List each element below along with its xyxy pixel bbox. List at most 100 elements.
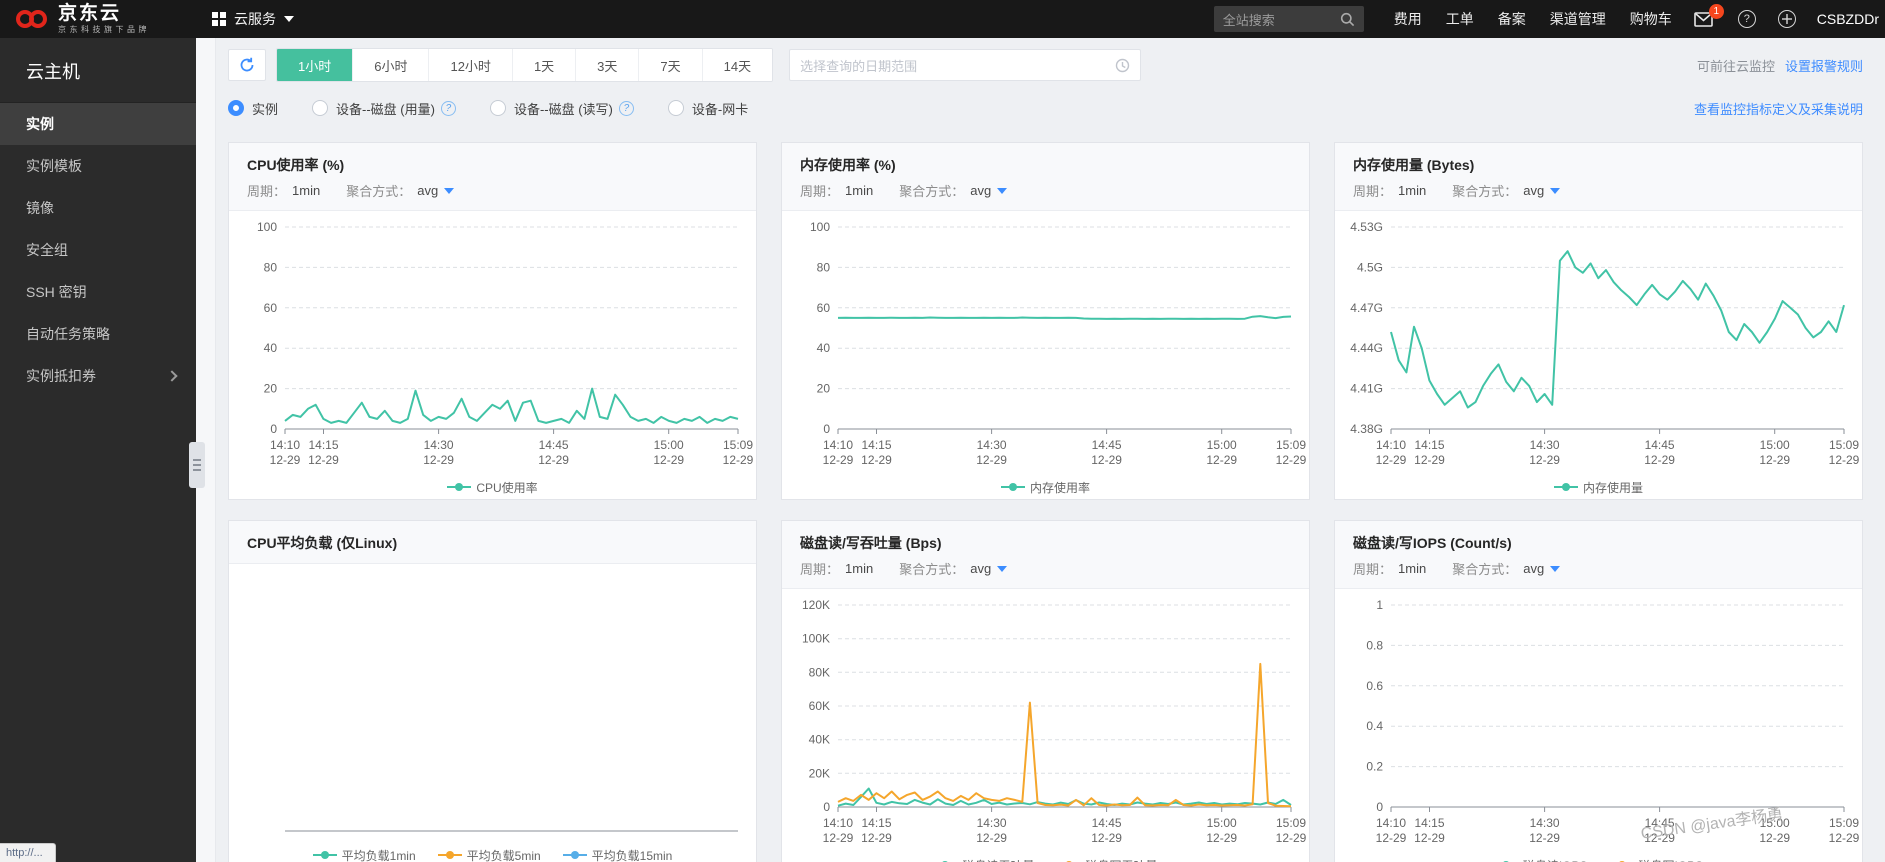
nav-ticket[interactable]: 工单 [1446, 9, 1474, 29]
svg-text:14:45: 14:45 [1645, 438, 1675, 452]
globe-icon [1781, 13, 1793, 25]
svg-text:100: 100 [257, 220, 277, 234]
sidebar-item-instance-templates[interactable]: 实例模板 [0, 145, 196, 187]
agg-dropdown[interactable]: avg [411, 183, 454, 198]
time-button-3d[interactable]: 3天 [575, 49, 638, 81]
sidebar-item-ssh-keys[interactable]: SSH 密钥 [0, 271, 196, 313]
help-button[interactable]: ? [1738, 10, 1756, 28]
svg-text:14:45: 14:45 [539, 438, 569, 452]
chart-canvas: 4.53G4.5G4.47G4.44G4.41G4.38G14:1012-291… [1335, 213, 1862, 475]
sidebar-item-auto-task-policy[interactable]: 自动任务策略 [0, 313, 196, 355]
chart-canvas: 10080604020014:1012-2914:1512-2914:3012-… [229, 213, 756, 475]
chart-header: CPU使用率 (%) 周期： 1min 聚合方式： avg [229, 143, 756, 211]
period-value: 1min [845, 561, 873, 576]
sidebar-item-instance-voucher[interactable]: 实例抵扣券 [0, 355, 196, 397]
legend-item[interactable]: 磁盘读吞吐量 [933, 857, 1034, 862]
agg-dropdown[interactable]: avg [1517, 561, 1560, 576]
chart-canvas: 120K100K80K60K40K20K014:1012-2914:1512-2… [782, 591, 1309, 853]
legend-item[interactable]: 磁盘写吞吐量 [1057, 857, 1158, 862]
legend-item[interactable]: 磁盘读IOPS [1494, 857, 1588, 862]
time-button-7d[interactable]: 7天 [638, 49, 701, 81]
svg-text:14:10: 14:10 [270, 438, 300, 452]
svg-text:15:09: 15:09 [1829, 438, 1859, 452]
toolbar-right-links: 可前往云监控 设置报警规则 [1697, 56, 1863, 75]
region-button[interactable] [1778, 10, 1796, 28]
period-value: 1min [1398, 183, 1426, 198]
filter-instance[interactable]: 实例 [228, 99, 278, 118]
global-search-input[interactable]: 全站搜索 [1214, 6, 1364, 32]
svg-text:40: 40 [264, 341, 278, 355]
metric-definition-link[interactable]: 查看监控指标定义及采集说明 [1694, 99, 1863, 118]
chart-title: 内存使用量 (Bytes) [1353, 155, 1844, 175]
agg-dropdown[interactable]: avg [1517, 183, 1560, 198]
agg-value: avg [970, 183, 991, 198]
filter-label: 实例 [252, 99, 278, 118]
set-alarm-rules-link[interactable]: 设置报警规则 [1785, 56, 1863, 75]
filter-device-disk-usage[interactable]: 设备--磁盘 (用量) ? [312, 99, 456, 118]
time-button-6h[interactable]: 6小时 [352, 49, 428, 81]
help-icon: ? [1744, 13, 1750, 25]
chart-title: CPU平均负载 (仅Linux) [247, 533, 738, 553]
filter-device-disk-rw[interactable]: 设备--磁盘 (读写) ? [490, 99, 634, 118]
filter-label: 设备-网卡 [692, 99, 748, 118]
svg-text:0: 0 [823, 800, 830, 814]
agg-dropdown[interactable]: avg [964, 183, 1007, 198]
period-label: 周期： [247, 181, 286, 200]
caret-down-icon [1550, 188, 1560, 194]
svg-text:40K: 40K [809, 733, 830, 747]
messages-button[interactable]: 1 [1694, 12, 1713, 27]
legend-item[interactable]: 磁盘写IOPS [1610, 857, 1704, 862]
chart-legend: 平均负载1min 平均负载5min 平均负载15min [229, 843, 756, 862]
jdcloud-logo-icon [14, 8, 50, 30]
sidebar-item-instances[interactable]: 实例 [0, 103, 196, 145]
chart-canvas [229, 566, 756, 843]
svg-text:4.44G: 4.44G [1350, 341, 1383, 355]
time-button-1h[interactable]: 1小时 [277, 49, 352, 81]
legend-label: 磁盘写IOPS [1639, 857, 1704, 862]
svg-text:15:00: 15:00 [1207, 816, 1237, 830]
svg-text:15:00: 15:00 [1207, 438, 1237, 452]
time-range-button-group: 1小时 6小时 12小时 1天 3天 7天 14天 [276, 48, 773, 82]
legend-label: 磁盘读IOPS [1523, 857, 1588, 862]
chart-legend: 内存使用量 [1335, 475, 1862, 499]
nav-icp[interactable]: 备案 [1498, 9, 1526, 29]
sidebar-title: 云主机 [0, 38, 196, 103]
svg-text:12-29: 12-29 [1091, 453, 1122, 467]
legend-item[interactable]: 平均负载1min [313, 847, 416, 862]
svg-text:14:30: 14:30 [977, 816, 1007, 830]
jdcloud-logo[interactable]: 京东云 京东科技旗下品牌 [14, 4, 150, 34]
refresh-button[interactable] [228, 49, 266, 81]
cloud-services-menu[interactable]: 云服务 [212, 9, 294, 29]
help-circle-icon[interactable]: ? [619, 101, 634, 116]
help-circle-icon[interactable]: ? [441, 101, 456, 116]
legend-item[interactable]: 内存使用量 [1554, 479, 1643, 496]
svg-text:0.6: 0.6 [1366, 679, 1383, 693]
legend-item[interactable]: 平均负载5min [438, 847, 541, 862]
chevron-down-icon [284, 16, 294, 22]
chart-header: 磁盘读/写IOPS (Count/s) 周期： 1min 聚合方式： avg [1335, 521, 1862, 589]
time-button-14d[interactable]: 14天 [702, 49, 772, 81]
legend-item[interactable]: 平均负载15min [563, 847, 673, 862]
legend-item[interactable]: 内存使用率 [1001, 479, 1090, 496]
agg-dropdown[interactable]: avg [964, 561, 1007, 576]
nav-channel[interactable]: 渠道管理 [1550, 9, 1606, 29]
account-username[interactable]: CSBZDDr [1817, 11, 1879, 27]
svg-text:12-29: 12-29 [1414, 453, 1445, 467]
date-range-input[interactable]: 选择查询的日期范围 [789, 49, 1141, 81]
time-button-12h[interactable]: 12小时 [428, 49, 511, 81]
date-range-placeholder: 选择查询的日期范围 [800, 56, 1115, 75]
sidebar-item-images[interactable]: 镜像 [0, 187, 196, 229]
svg-text:15:09: 15:09 [1276, 438, 1306, 452]
chart-subtitle: 周期： 1min 聚合方式： avg [800, 181, 1291, 200]
search-icon [1340, 12, 1355, 27]
filter-device-nic[interactable]: 设备-网卡 [668, 99, 748, 118]
cloud-services-label: 云服务 [234, 9, 276, 29]
nav-cart[interactable]: 购物车 [1630, 9, 1672, 29]
legend-item[interactable]: CPU使用率 [447, 479, 537, 496]
time-button-1d[interactable]: 1天 [512, 49, 575, 81]
svg-text:12-29: 12-29 [1206, 453, 1237, 467]
period-value: 1min [292, 183, 320, 198]
nav-billing[interactable]: 费用 [1394, 9, 1422, 29]
sidebar-item-security-groups[interactable]: 安全组 [0, 229, 196, 271]
sidebar-collapse-handle[interactable] [189, 442, 205, 488]
